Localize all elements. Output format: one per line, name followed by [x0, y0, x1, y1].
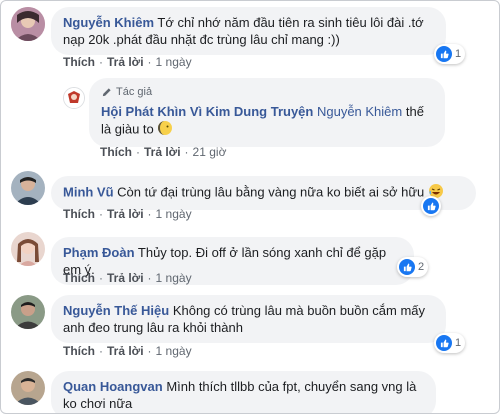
- comment-actions: Thích · Trả lời · 1 ngày: [63, 55, 192, 69]
- separator: ·: [99, 207, 103, 221]
- like-icon: [436, 46, 452, 62]
- comment-time[interactable]: 21 giờ: [193, 145, 227, 159]
- comment-actions: Thích · Trả lời · 1 ngày: [63, 271, 192, 285]
- like-link[interactable]: Thích: [63, 207, 95, 221]
- separator: ·: [147, 271, 152, 285]
- comment-time[interactable]: 1 ngày: [156, 344, 192, 358]
- like-icon: [436, 335, 452, 351]
- reaction-count[interactable]: 2: [397, 257, 429, 277]
- like-link[interactable]: Thích: [63, 55, 95, 69]
- comment-actions: Thích · Trả lời · 1 ngày: [63, 344, 192, 358]
- reaction-count[interactable]: 1: [434, 44, 466, 64]
- separator: ·: [147, 344, 152, 358]
- like-link[interactable]: Thích: [100, 145, 132, 159]
- moon-face-emoji: [157, 120, 173, 140]
- author-badge-label: Tác giả: [116, 86, 153, 98]
- comment-time[interactable]: 1 ngày: [156, 271, 192, 285]
- comment-author[interactable]: Nguyễn Thế Hiệu: [63, 303, 169, 318]
- separator: ·: [147, 55, 152, 69]
- comment-author[interactable]: Quan Hoangvan: [63, 379, 163, 394]
- separator: ·: [99, 271, 103, 285]
- separator: ·: [184, 145, 189, 159]
- separator: ·: [136, 145, 140, 159]
- comment-bubble: Minh Vũ Còn tứ đại trùng lâu bằng vàng n…: [51, 176, 476, 210]
- separator: ·: [99, 55, 103, 69]
- pencil-icon: [102, 88, 111, 97]
- like-link[interactable]: Thích: [63, 271, 95, 285]
- comment-time[interactable]: 1 ngày: [156, 55, 192, 69]
- separator: ·: [99, 344, 103, 358]
- reply-link[interactable]: Trả lời: [107, 207, 144, 221]
- comment-text: Còn tứ đại trùng lâu bằng vàng nữa ko bi…: [117, 184, 425, 200]
- reaction-count[interactable]: [421, 196, 441, 216]
- separator: ·: [147, 207, 152, 221]
- comment-actions: Thích · Trả lời · 1 ngày: [63, 207, 192, 221]
- comment-bubble: Nguyễn Khiêm Tớ chỉ nhớ năm đầu tiên ra …: [51, 7, 446, 55]
- reaction-number: 2: [418, 261, 425, 273]
- like-icon: [399, 259, 415, 275]
- comment-author[interactable]: Minh Vũ: [63, 184, 114, 199]
- reply-link[interactable]: Trả lời: [107, 55, 144, 69]
- comment-bubble: Quan Hoangvan Mình thích tllbb của fpt, …: [51, 371, 436, 413]
- comment-time[interactable]: 1 ngày: [156, 207, 192, 221]
- reaction-number: 1: [455, 337, 462, 349]
- avatar[interactable]: [11, 232, 45, 266]
- reply-link[interactable]: Trả lời: [144, 145, 181, 159]
- reply-link[interactable]: Trả lời: [107, 271, 144, 285]
- comment-author[interactable]: Hội Phát Khìn Vì Kim Dung Truyện: [101, 104, 313, 119]
- reply-link[interactable]: Trả lời: [107, 344, 144, 358]
- like-link[interactable]: Thích: [63, 344, 95, 358]
- reaction-count[interactable]: 1: [434, 333, 466, 353]
- author-badge: Tác giả: [101, 84, 433, 101]
- avatar[interactable]: [11, 371, 45, 405]
- mention-link[interactable]: Nguyễn Khiêm: [317, 104, 402, 119]
- comments-panel: Nguyễn Khiêm Tớ chỉ nhớ năm đầu tiên ra …: [0, 0, 500, 414]
- like-icon: [423, 198, 439, 214]
- comment-actions: Thích · Trả lời · 21 giờ: [100, 145, 226, 159]
- avatar[interactable]: [11, 7, 45, 41]
- reaction-number: 1: [455, 48, 462, 60]
- page-avatar[interactable]: [63, 87, 85, 109]
- avatar[interactable]: [11, 295, 45, 329]
- reply-bubble: Tác giả Hội Phát Khìn Vì Kim Dung Truyện…: [89, 78, 445, 147]
- comment-author[interactable]: Phạm Đoàn: [63, 245, 135, 260]
- comment-author[interactable]: Nguyễn Khiêm: [63, 15, 154, 30]
- comment-bubble: Nguyễn Thế Hiệu Không có trùng lâu mà bu…: [51, 295, 446, 343]
- avatar[interactable]: [11, 171, 45, 205]
